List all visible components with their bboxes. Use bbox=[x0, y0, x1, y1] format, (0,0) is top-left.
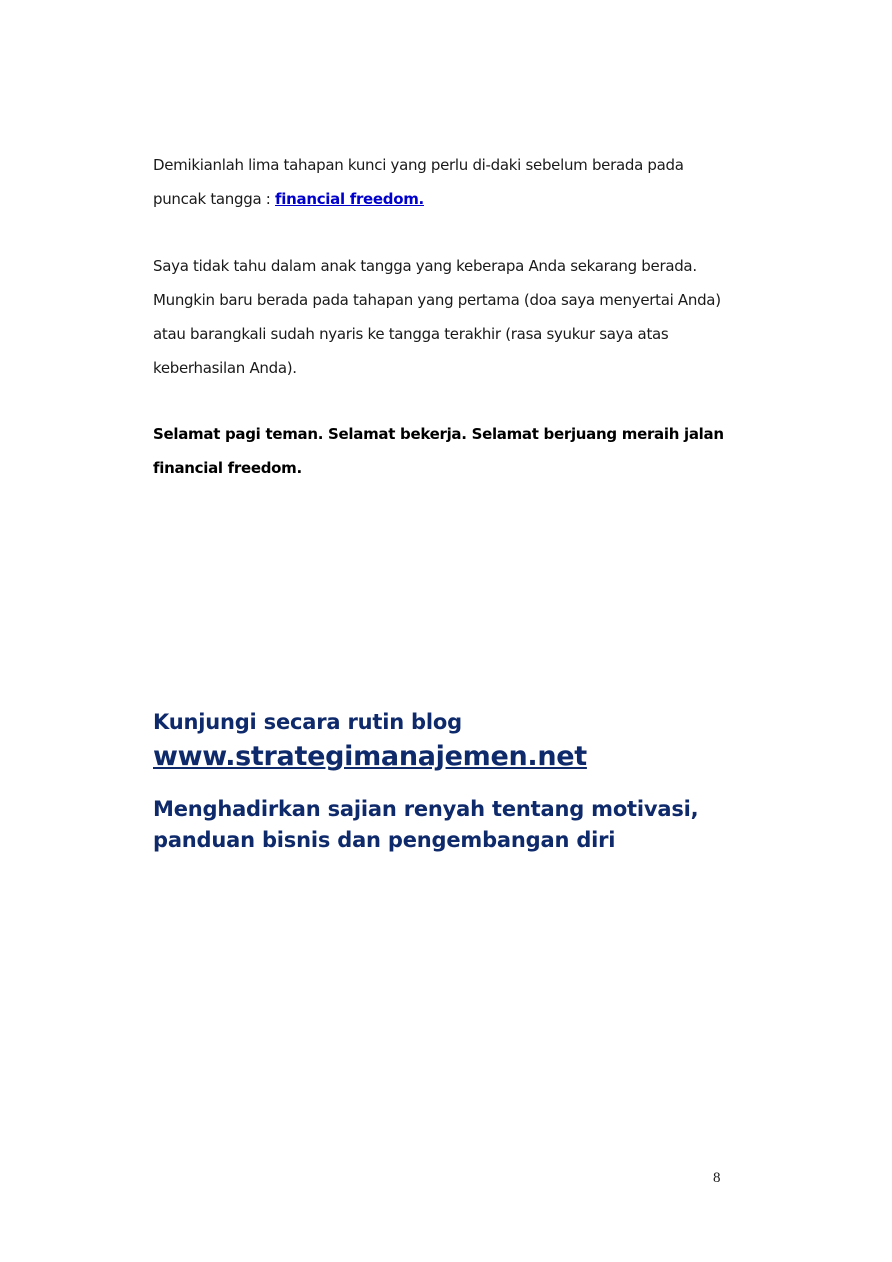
financial-freedom-link[interactable]: financial freedom. bbox=[275, 190, 424, 208]
document-page: Demikianlah lima tahapan kunci yang perl… bbox=[0, 0, 892, 1262]
promo-description: Menghadirkan sajian renyah tentang motiv… bbox=[153, 797, 699, 852]
paragraph-greeting: Selamat pagi teman. Selamat bekerja. Sel… bbox=[153, 425, 724, 477]
paragraph-intro: Demikianlah lima tahapan kunci yang perl… bbox=[153, 148, 733, 216]
promo-visit-heading: Kunjungi secara rutin blog bbox=[153, 710, 462, 734]
page-number: 8 bbox=[713, 1170, 721, 1186]
paragraph-stages: Saya tidak tahu dalam anak tangga yang k… bbox=[153, 257, 721, 377]
promo-blog-url[interactable]: www.strategimanajemen.net bbox=[153, 741, 587, 772]
